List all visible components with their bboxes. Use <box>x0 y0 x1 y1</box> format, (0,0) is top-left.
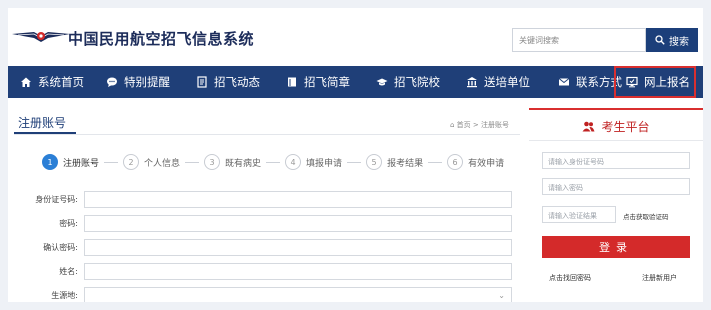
password-field[interactable] <box>84 215 512 232</box>
nav-item-notice[interactable]: 特别提醒 <box>84 66 170 98</box>
get-captcha-link[interactable]: 点击获取验证码 <box>623 211 669 221</box>
step-label: 既有病史 <box>225 158 262 169</box>
site-title: 中国民用航空招飞信息系统 <box>68 30 255 48</box>
nav-label: 送培单位 <box>484 75 530 89</box>
step-label: 注册账号 <box>63 158 100 169</box>
login-id-input[interactable]: 请输入身份证号码 <box>542 152 690 169</box>
step-number: 5 <box>366 154 383 170</box>
step-label: 有效申请 <box>468 158 505 169</box>
envelope-icon <box>558 76 570 88</box>
step-connector <box>104 161 119 163</box>
breadcrumb-text: 首页 > 注册账号 <box>456 121 509 129</box>
id-number-field[interactable] <box>84 191 512 208</box>
step-label: 个人信息 <box>144 158 181 169</box>
register-panel: 注册账号 ⌂ 首页 > 注册账号 1 注册账号 2 个人信息 3 既有病史 4 <box>14 108 520 302</box>
login-password-input[interactable]: 请输入密码 <box>542 178 690 195</box>
confirm-password-label: 确认密码: <box>43 243 78 252</box>
step-number: 1 <box>42 154 58 170</box>
divider <box>529 140 703 141</box>
graduation-cap-icon <box>376 76 388 88</box>
nav-item-schools[interactable]: 招飞院校 <box>350 66 440 98</box>
candidate-login-panel: 考生平台 请输入身份证号码 请输入密码 请输入验证结果 点击获取验证码 登录 点… <box>529 108 703 302</box>
search-button[interactable]: 搜索 <box>646 28 698 52</box>
confirm-password-field[interactable] <box>84 239 512 256</box>
birthplace-select[interactable]: ⌄ <box>84 287 512 302</box>
step-connector <box>428 161 443 163</box>
site-header: 中国民用航空招飞信息系统 关键词搜索 搜索 <box>8 8 703 66</box>
step-connector <box>185 161 200 163</box>
nav-label: 招飞简章 <box>304 75 350 89</box>
nav-label: 系统首页 <box>38 75 84 89</box>
nav-item-units[interactable]: 送培单位 <box>440 66 530 98</box>
id-number-row: 身份证号码: <box>14 191 512 208</box>
search-button-label: 搜索 <box>669 36 689 48</box>
search-icon <box>655 35 665 45</box>
step-6: 6 有效申请 <box>447 154 504 170</box>
step-number: 4 <box>285 154 302 170</box>
airline-wings-logo <box>12 32 70 42</box>
name-row: 姓名: <box>14 263 512 280</box>
step-number: 2 <box>123 154 140 170</box>
nav-item-brochure[interactable]: 招飞简章 <box>260 66 350 98</box>
book-icon <box>286 76 298 88</box>
users-icon <box>582 121 595 132</box>
nav-item-news[interactable]: 招飞动态 <box>170 66 260 98</box>
step-connector <box>266 161 281 163</box>
captcha-input[interactable]: 请输入验证结果 <box>542 206 616 223</box>
nav-item-contact[interactable]: 联系方式 <box>530 66 622 98</box>
step-label: 报考结果 <box>387 158 424 169</box>
step-1: 1 注册账号 <box>42 154 99 170</box>
step-progress: 1 注册账号 2 个人信息 3 既有病史 4 填报申请 5 报考结果 6 有效申… <box>42 154 504 170</box>
institution-icon <box>466 76 478 88</box>
home-small-icon: ⌂ <box>450 121 457 129</box>
nav-item-home[interactable]: 系统首页 <box>8 66 84 98</box>
id-number-label: 身份证号码: <box>35 195 78 204</box>
nav-item-online-signup[interactable]: 网上报名 <box>614 66 696 98</box>
register-link[interactable]: 注册新用户 <box>642 273 677 283</box>
page-frame: 中国民用航空招飞信息系统 关键词搜索 搜索 系统首页 特别提醒 招飞动态 招飞简… <box>8 8 703 302</box>
birthplace-row: 生源地: ⌄ <box>14 287 512 302</box>
birthplace-label: 生源地: <box>51 291 78 300</box>
step-connector <box>347 161 362 163</box>
name-label: 姓名: <box>59 267 78 276</box>
search-input[interactable]: 关键词搜索 <box>512 28 646 52</box>
nav-label: 招飞动态 <box>214 75 260 89</box>
confirm-password-row: 确认密码: <box>14 239 512 256</box>
panel-title-text: 考生平台 <box>601 120 650 134</box>
nav-label: 网上报名 <box>644 75 690 89</box>
breadcrumb: ⌂ 首页 > 注册账号 <box>450 120 509 130</box>
step-label: 填报申请 <box>306 158 343 169</box>
forgot-password-link[interactable]: 点击找回密码 <box>549 273 591 283</box>
nav-label: 特别提醒 <box>124 75 170 89</box>
chevron-down-icon: ⌄ <box>498 291 505 300</box>
name-field[interactable] <box>84 263 512 280</box>
step-2: 2 个人信息 <box>123 154 180 170</box>
chat-bubble-icon <box>106 76 118 88</box>
home-icon <box>20 76 32 88</box>
monitor-icon <box>626 76 638 88</box>
page-title: 注册账号 <box>18 116 67 130</box>
step-number: 3 <box>204 154 221 170</box>
panel-title: 考生平台 <box>529 118 703 135</box>
divider <box>14 134 520 135</box>
password-label: 密码: <box>59 219 78 228</box>
document-icon <box>196 76 208 88</box>
step-5: 5 报考结果 <box>366 154 423 170</box>
step-4: 4 填报申请 <box>285 154 342 170</box>
password-row: 密码: <box>14 215 512 232</box>
nav-label: 招飞院校 <box>394 75 440 89</box>
login-button[interactable]: 登录 <box>542 236 690 258</box>
step-3: 3 既有病史 <box>204 154 261 170</box>
main-nav: 系统首页 特别提醒 招飞动态 招飞简章 招飞院校 送培单位 联系方式 网上报名 <box>8 66 703 98</box>
step-number: 6 <box>447 154 464 170</box>
